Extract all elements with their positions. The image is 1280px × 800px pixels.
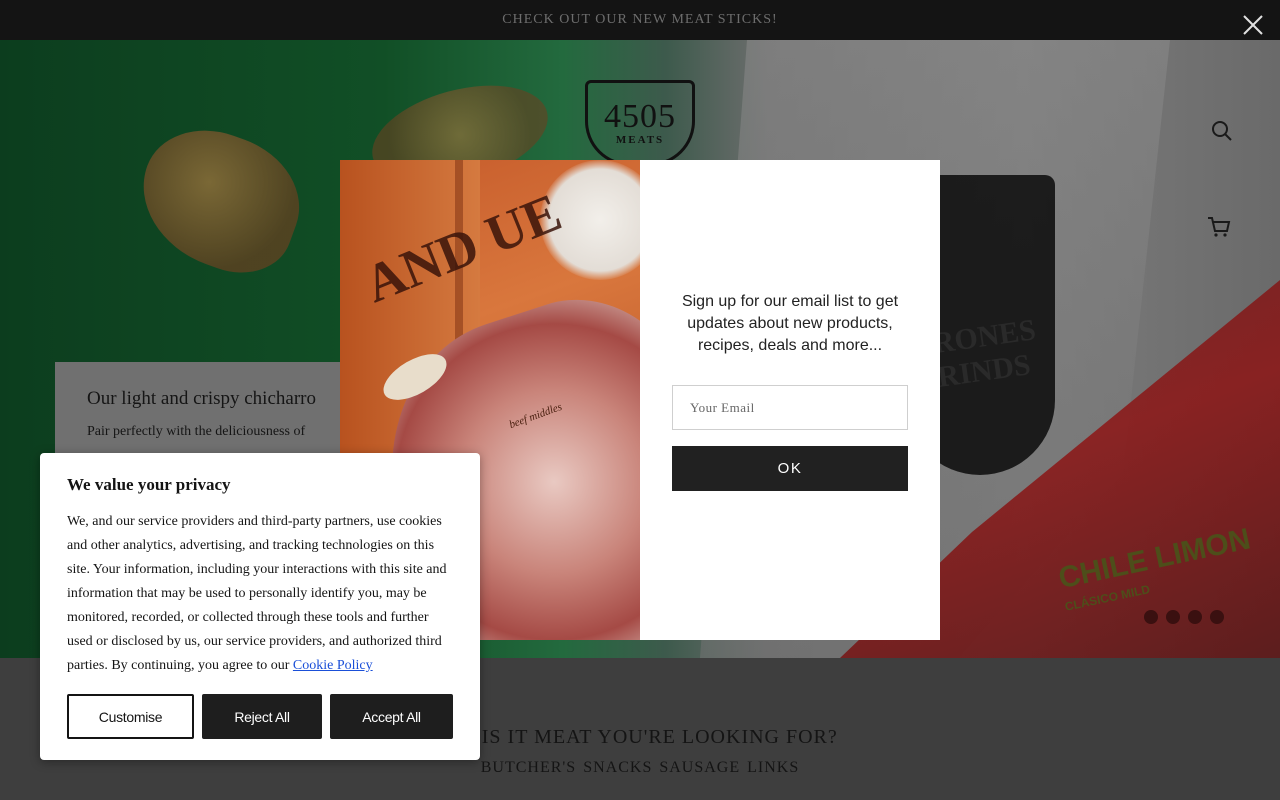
announcement-bar[interactable]: CHECK OUT OUR NEW MEAT STICKS! [0, 0, 1280, 40]
modal-form: Sign up for our email list to get update… [640, 160, 940, 640]
modal-message: Sign up for our email list to get update… [681, 293, 899, 354]
announcement-text[interactable]: CHECK OUT OUR NEW MEAT STICKS! [502, 12, 777, 28]
cookie-consent-banner: We value your privacy We, and our servic… [40, 453, 480, 760]
site-logo[interactable]: 4505 MEATS [585, 80, 695, 166]
accept-all-button[interactable]: Accept All [330, 694, 453, 739]
email-field[interactable] [672, 385, 908, 430]
slider-dot[interactable] [1188, 610, 1202, 624]
cookie-text: We, and our service providers and third-… [67, 514, 447, 673]
logo-word: MEATS [615, 134, 665, 146]
close-icon[interactable] [1238, 10, 1268, 40]
logo-number: 4505 [604, 98, 676, 135]
cart-icon[interactable] [1206, 214, 1232, 245]
promo-text: Pair perfectly with the deliciousness of [87, 424, 306, 439]
promo-heading: Our light and crispy chicharro [87, 388, 316, 409]
bag-text: RONES RINDS [930, 313, 1038, 394]
cookie-policy-link[interactable]: Cookie Policy [293, 658, 373, 673]
ok-button[interactable]: OK [672, 446, 908, 491]
cookie-title: We value your privacy [67, 475, 231, 494]
cookie-body: We, and our service providers and third-… [67, 510, 453, 678]
section-links[interactable]: BUTCHER'S SNACKS SAUSAGE LINKS [0, 759, 1280, 777]
chicharron-image [122, 111, 318, 289]
cookie-buttons: Customise Reject All Accept All [67, 694, 453, 739]
customise-button[interactable]: Customise [67, 694, 194, 739]
slider-dots[interactable] [1144, 610, 1224, 624]
search-icon[interactable] [1210, 119, 1234, 148]
reject-all-button[interactable]: Reject All [202, 694, 322, 739]
slider-dot[interactable] [1166, 610, 1180, 624]
slider-dot[interactable] [1144, 610, 1158, 624]
slider-dot[interactable] [1210, 610, 1224, 624]
